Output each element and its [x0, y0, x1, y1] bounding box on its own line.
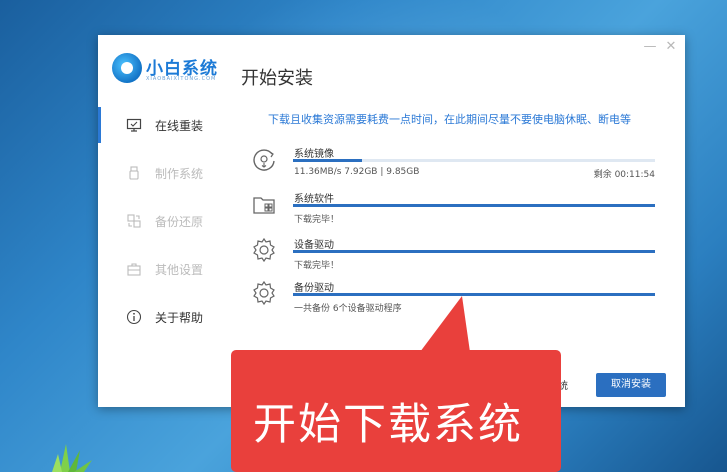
download-status: 下载完毕！ [294, 215, 340, 225]
usb-icon [129, 166, 139, 180]
minimize-button[interactable]: — [642, 39, 658, 55]
sidebar-item-make-system[interactable]: 制作系统 [98, 151, 228, 195]
download-name: 备份驱动 [294, 283, 334, 294]
download-notice: 下载且收集资源需要耗费一点时间，在此期间尽量不要使电脑休眠、断电等 [268, 113, 631, 126]
download-status: 一共备份 6个设备驱动程序 [294, 304, 402, 314]
logo-icon [112, 53, 142, 83]
download-remaining: 剩余 00:11:54 [593, 170, 655, 180]
app-logo: 小白系统 XIAOBAIXITONG.COM [112, 53, 232, 89]
progress-fill [293, 159, 362, 162]
progress-track [293, 293, 655, 296]
download-status: 下载完毕！ [294, 261, 340, 271]
progress-fill [293, 204, 655, 207]
sidebar-item-label: 其他设置 [155, 262, 204, 277]
progress-track [293, 250, 655, 253]
page-title: 开始安装 [241, 68, 313, 89]
progress-fill [293, 293, 655, 296]
monitor-icon [126, 118, 142, 132]
callout-text: 开始下载系统 [253, 400, 523, 450]
disc-download-icon [253, 149, 275, 171]
sidebar-item-online-reinstall[interactable]: 在线重装 [98, 103, 228, 147]
sidebar-item-backup-restore[interactable]: 备份还原 [98, 199, 228, 243]
download-name: 系统镜像 [294, 149, 334, 160]
download-item-system-software: 系统软件 下载完毕！ [248, 187, 658, 231]
sidebar-item-label: 制作系统 [155, 166, 204, 181]
progress-fill [293, 250, 655, 253]
sidebar: 在线重装 制作系统 备份还原 其他设置 关于帮助 [98, 95, 228, 345]
sidebar-item-other-settings[interactable]: 其他设置 [98, 247, 228, 291]
sidebar-item-about-help[interactable]: 关于帮助 [98, 295, 228, 339]
desktop-grass-decoration [52, 444, 92, 472]
gear-icon [253, 237, 275, 263]
backup-icon [127, 214, 141, 228]
info-icon [126, 309, 142, 325]
instruction-callout: 开始下载系统 [231, 350, 561, 472]
progress-track [293, 204, 655, 207]
active-indicator [98, 107, 101, 143]
close-button[interactable]: ✕ [663, 39, 679, 55]
folder-apps-icon [253, 197, 275, 214]
progress-track [293, 159, 655, 162]
download-item-device-drivers: 设备驱动 下载完毕！ [248, 233, 658, 277]
download-name: 设备驱动 [294, 240, 334, 251]
download-name: 系统软件 [294, 194, 334, 205]
gear-icon [253, 280, 275, 306]
download-status: 11.36MB/s 7.92GB | 9.85GB [294, 167, 420, 177]
download-item-backup-drivers: 备份驱动 一共备份 6个设备驱动程序 [248, 276, 658, 320]
logo-subtitle: XIAOBAIXITONG.COM [146, 76, 217, 82]
cancel-install-button[interactable]: 取消安装 [596, 373, 666, 397]
sidebar-item-label: 关于帮助 [155, 310, 204, 325]
sidebar-item-label: 备份还原 [155, 214, 204, 229]
download-item-system-image: 系统镜像 11.36MB/s 7.92GB | 9.85GB 剩余 00:11:… [248, 142, 658, 186]
sidebar-item-label: 在线重装 [155, 118, 204, 133]
toolbox-icon [127, 263, 141, 276]
